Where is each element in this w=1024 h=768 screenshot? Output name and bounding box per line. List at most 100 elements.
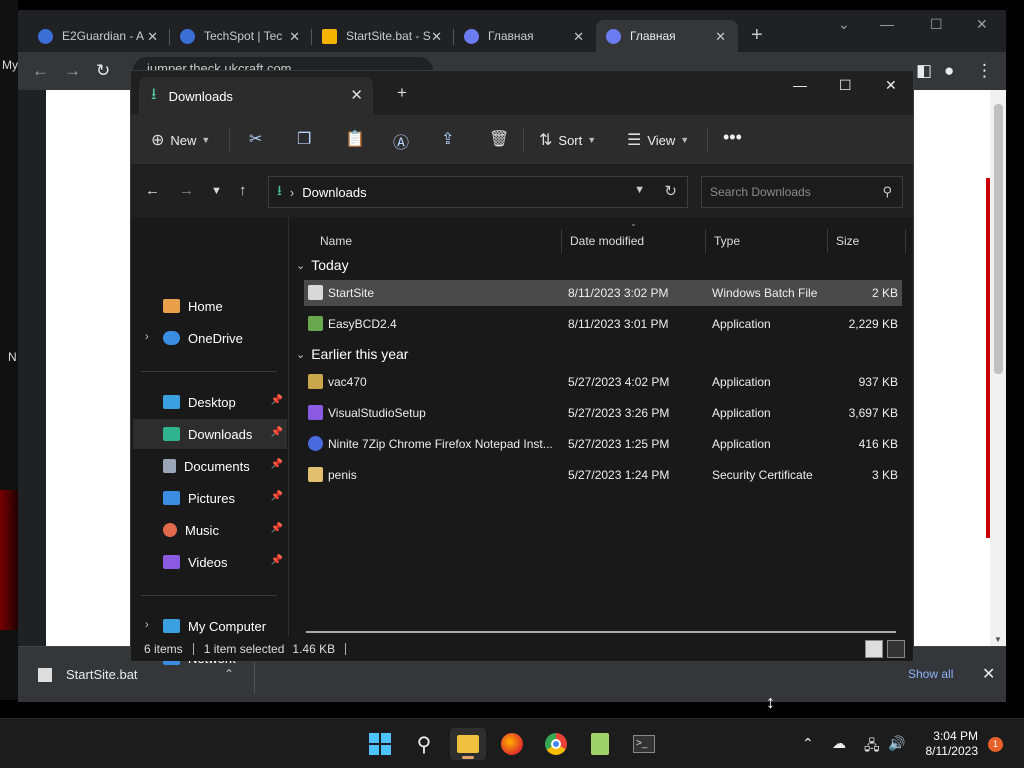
chrome-tab-3[interactable]: StartSite.bat - S ✕ [312,20,454,52]
nav-item-onedrive[interactable]: › OneDrive [133,323,287,353]
techspot-icon [180,28,195,44]
volume-icon[interactable]: 🔊 [888,735,905,752]
tiles-view-icon[interactable] [887,640,905,658]
column-header-type[interactable]: Type [706,229,828,253]
nav-item-pictures[interactable]: Pictures 📌 [133,483,287,513]
column-header-name[interactable]: Name [312,229,562,253]
download-item[interactable]: StartSite.bat [38,667,138,682]
back-icon[interactable]: ← [145,182,160,199]
more-icon[interactable]: ••• [723,127,742,148]
terminal-taskbar-button[interactable]: >_ [626,728,662,760]
details-view-icon[interactable] [865,640,883,658]
explorer-tab-downloads[interactable]: ⭳ Downloads ✕ [139,77,373,115]
file-row[interactable]: StartSite 8/11/2023 3:02 PM Windows Batc… [304,280,902,306]
system-clock[interactable]: 3:04 PM 8/11/2023 [914,729,979,759]
group-header-today[interactable]: ⌄ Today [296,257,349,273]
close-icon[interactable]: ✕ [573,29,584,45]
maximize-icon[interactable]: ☐ [839,77,852,94]
paste-icon[interactable]: 📋 [345,129,365,149]
new-tab-button[interactable]: + [751,24,763,47]
close-icon[interactable]: ✕ [289,29,300,45]
view-button[interactable]: ☰ View ▼ [627,130,689,150]
search-icon[interactable]: ⚲ [406,728,442,760]
explorer-tab-title: Downloads [168,88,233,104]
chevron-right-icon[interactable]: › [145,619,149,631]
forward-icon[interactable]: → [64,61,81,81]
nav-item-desktop[interactable]: Desktop 📌 [133,387,287,417]
search-input[interactable]: Search Downloads ⚲ [701,176,903,208]
horizontal-scrollbar[interactable] [306,631,896,633]
chrome-tab-2[interactable]: TechSpot | Tec ✕ [170,20,312,52]
share-icon[interactable]: ⇪ [441,129,454,149]
nav-item-home[interactable]: Home [133,291,287,321]
nav-item-videos[interactable]: Videos 📌 [133,547,287,577]
close-icon[interactable]: ✕ [147,29,158,45]
pin-icon[interactable]: 📌 [271,427,283,438]
page-scrollbar[interactable]: ▼ [990,90,1006,646]
column-header-date[interactable]: Date modified [562,229,706,253]
chrome-taskbar-button[interactable] [538,728,574,760]
notification-badge[interactable]: 1 [988,737,1003,752]
file-explorer-taskbar-button[interactable] [450,728,486,760]
file-row[interactable]: VisualStudioSetup 5/27/2023 3:26 PM Appl… [304,400,902,426]
file-row[interactable]: EasyBCD2.4 8/11/2023 3:01 PM Application… [304,311,902,337]
chrome-tab-4[interactable]: Главная ✕ [454,20,596,52]
menu-icon[interactable]: ⋮ [976,61,993,81]
delete-icon[interactable]: 🗑 [489,129,509,149]
address-bar[interactable]: ⭳ › Downloads ▼ ↻ [268,176,688,208]
pin-icon[interactable]: 📌 [271,459,283,470]
scroll-down-icon[interactable]: ▼ [994,635,1002,644]
pin-icon[interactable]: 📌 [271,395,283,406]
column-header-size[interactable]: Size [828,229,906,253]
profile-icon[interactable]: ● [944,61,954,81]
chevron-down-icon[interactable]: ▼ [634,184,645,196]
tab-search-icon[interactable]: ⌄ [838,16,850,33]
recent-locations-icon[interactable]: ▼ [211,185,222,197]
up-icon[interactable]: ↑ [239,182,247,199]
selection-count: 1 item selected [203,642,285,656]
explorer-titlebar: ⭳ Downloads ✕ + — ☐ ✕ [131,71,913,115]
refresh-icon[interactable]: ↻ [664,182,677,200]
notepad-taskbar-button[interactable] [582,728,618,760]
reload-icon[interactable]: ↻ [96,61,110,81]
file-row[interactable]: Ninite 7Zip Chrome Firefox Notepad Inst.… [304,431,902,457]
close-icon[interactable]: ✕ [885,77,897,94]
nav-item-music[interactable]: Music 📌 [133,515,287,545]
chrome-tab-5-active[interactable]: Главная ✕ [596,20,738,52]
minimize-icon[interactable]: — [793,77,807,93]
onedrive-icon[interactable]: ☁ [832,735,846,752]
file-row[interactable]: penis 5/27/2023 1:24 PM Security Certifi… [304,462,902,488]
navigation-pane: Home › OneDrive Desktop 📌 Downloads 📌 Do… [131,217,289,637]
new-button[interactable]: ⊕ New ▼ [151,130,210,150]
chrome-tab-1[interactable]: E2Guardian - A ✕ [28,20,170,52]
forward-icon[interactable]: → [179,182,194,199]
group-header-earlier[interactable]: ⌄ Earlier this year [296,346,408,362]
close-icon[interactable]: ✕ [431,29,442,45]
nav-item-downloads[interactable]: Downloads 📌 [133,419,287,449]
show-all-link[interactable]: Show all [908,667,953,681]
chevron-up-icon[interactable]: ⌃ [802,735,814,752]
back-icon[interactable]: ← [32,61,49,81]
close-icon[interactable]: ✕ [982,664,995,684]
copy-icon[interactable]: ❐ [297,129,311,149]
pin-icon[interactable]: 📌 [271,555,283,566]
network-icon[interactable]: 🖧 [864,735,880,759]
pin-icon[interactable]: 📌 [271,491,283,502]
close-icon[interactable]: ✕ [976,16,988,33]
close-icon[interactable]: ✕ [715,29,726,45]
sidebar-icon[interactable]: ◧ [916,61,932,81]
scrollbar-thumb[interactable] [994,104,1003,374]
chevron-right-icon[interactable]: › [145,331,149,343]
minimize-icon[interactable]: — [880,16,894,32]
start-button[interactable] [362,728,398,760]
sort-button[interactable]: ⇅ Sort ▼ [539,130,596,150]
nav-item-documents[interactable]: Documents 📌 [133,451,287,481]
rename-icon[interactable]: Ⓐ [393,129,409,153]
cut-icon[interactable]: ✂ [249,129,262,149]
pin-icon[interactable]: 📌 [271,523,283,534]
maximize-icon[interactable]: ☐ [930,16,943,33]
close-icon[interactable]: ✕ [350,86,363,104]
firefox-taskbar-button[interactable] [494,728,530,760]
file-row[interactable]: vac470 5/27/2023 4:02 PM Application 937… [304,369,902,395]
new-tab-button[interactable]: + [397,83,407,103]
